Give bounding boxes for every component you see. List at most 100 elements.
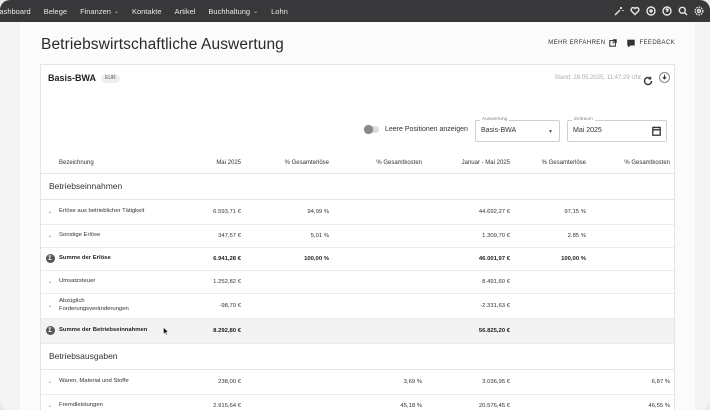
- app-window: Dashboard Belege Finanzen⌄ Kontakte Arti…: [0, 0, 710, 410]
- nav-item-buchhaltung[interactable]: Buchhaltung ⌄: [195, 7, 258, 16]
- header-cell: % Gesamterlöse: [516, 153, 600, 174]
- table-cell: [516, 270, 600, 294]
- dropdown-arrow-icon: ▼: [548, 129, 553, 135]
- row-label: Fremdleistungen: [59, 394, 149, 410]
- table-cell: 3,69 %: [337, 369, 428, 395]
- row-marker-cell: ⌄: [41, 270, 59, 294]
- table-row[interactable]: ⌄ Umsatzsteuer 1.252,82 € 8.491,60 €: [41, 270, 674, 294]
- auswertung-label: Auswertung: [480, 117, 510, 122]
- table-row[interactable]: ⌄ Waren, Material und Stoffe 238,00 € 3,69 …: [41, 369, 674, 395]
- sum-icon: Σ: [45, 254, 55, 263]
- table-row[interactable]: ⌄ Abzüglich Forderungsveränderungen -98,70…: [41, 293, 674, 319]
- table-cell: 97,15 %: [516, 199, 600, 225]
- plus-circle-icon[interactable]: [646, 6, 656, 16]
- section-header-row: Betriebsausgaben: [41, 343, 674, 370]
- chevron-down-icon[interactable]: ⌄: [47, 303, 52, 309]
- table-cell: [516, 369, 600, 395]
- table-cell: [247, 293, 337, 319]
- section-title: Betriebseinnahmen: [41, 173, 674, 200]
- table-cell: 94,99 %: [247, 199, 337, 225]
- table-row[interactable]: ⌄ Sonstige Erlöse 347,57 €5,01 % 1.309,70 €…: [41, 224, 674, 248]
- row-label: Umsatzsteuer: [59, 270, 149, 294]
- chevron-down-icon: ⌄: [253, 8, 259, 15]
- calendar-icon[interactable]: [652, 126, 661, 138]
- table-cell: 44.692,27 €: [428, 199, 516, 225]
- nav-label: Lohn: [271, 6, 288, 16]
- chevron-down-icon[interactable]: ⌄: [47, 209, 52, 215]
- table-sum-row: Σ Summe der Erlöse 6.941,28 €100,00 % 46.00…: [41, 247, 674, 271]
- table-cell: 100,00 %: [247, 247, 337, 271]
- zeitraum-field[interactable]: Zeitraum Mai 2025: [567, 117, 667, 142]
- nav-item-kontakte[interactable]: Kontakte: [119, 7, 162, 16]
- table-cell: [516, 394, 600, 410]
- sum-icon: Σ: [45, 326, 55, 335]
- table-cell: 347,57 €: [149, 224, 247, 248]
- nav-item-dashboard[interactable]: Dashboard: [0, 7, 31, 16]
- table-cell: 20.576,45 €: [428, 394, 516, 410]
- refresh-icon[interactable]: [643, 73, 653, 86]
- table-cell: 6,87 %: [600, 369, 674, 395]
- auswertung-select[interactable]: Auswertung Basis-BWA ▼: [475, 117, 560, 142]
- row-label: Sonstige Erlöse: [59, 224, 149, 248]
- download-icon: [662, 74, 667, 80]
- table-row[interactable]: ⌄ Fremdleistungen 2.915,64 € 45,18 % 20.576,…: [41, 394, 674, 410]
- row-marker-cell: Σ: [41, 247, 59, 271]
- settings-icon[interactable]: [694, 6, 704, 16]
- chevron-down-icon[interactable]: ⌄: [47, 379, 52, 385]
- magic-wand-icon[interactable]: [614, 6, 624, 16]
- empty-positions-toggle[interactable]: Leere Positionen anzeigen: [364, 125, 468, 134]
- chat-icon: [627, 39, 636, 47]
- auswertung-value: Basis-BWA: [481, 127, 517, 134]
- table-cell: [247, 394, 337, 410]
- table-cell: 2.915,64 €: [149, 394, 247, 410]
- table-cell: [337, 293, 428, 319]
- row-label: Summe der Betriebseinnahmen: [59, 318, 149, 344]
- nav-icon-group: [614, 6, 710, 16]
- section-header-row: Betriebseinnahmen: [41, 173, 674, 200]
- nav-label: Artikel: [174, 6, 196, 16]
- bwa-table: Bezeichnung Mai 2025 % Gesamterlöse % Ge…: [41, 153, 674, 410]
- main-page: Betriebswirtschaftliche Auswertung MEHR …: [20, 22, 695, 410]
- table-cell: [337, 270, 428, 294]
- table-row[interactable]: ⌄ Erlöse aus betrieblicher Tätigkeit 6.593…: [41, 199, 674, 225]
- nav-item-artikel[interactable]: Artikel: [162, 7, 196, 16]
- nav-item-lohn[interactable]: Lohn: [258, 7, 288, 16]
- row-marker-cell: ⌄: [41, 369, 59, 395]
- table-cell: 1.252,82 €: [149, 270, 247, 294]
- table-cell: [337, 224, 428, 248]
- table-sum-row: Σ Summe der Betriebseinnahmen 8.292,80 €56…: [41, 318, 674, 344]
- toggle-label: Leere Positionen anzeigen: [385, 126, 468, 133]
- nav-label: Kontakte: [131, 6, 162, 16]
- feedback-button[interactable]: FEEDBACK: [627, 39, 675, 47]
- row-marker-cell: ⌄: [41, 224, 59, 248]
- chevron-down-icon[interactable]: ⌄: [47, 279, 52, 285]
- card-title: Basis-BWA EUR: [48, 73, 120, 83]
- header-cell: [41, 153, 59, 174]
- table-cell: 6.593,71 €: [149, 199, 247, 225]
- nav-label: Dashboard: [0, 6, 31, 16]
- table-cell: 3.036,95 €: [428, 369, 516, 395]
- nav-label: Buchhaltung: [208, 6, 251, 16]
- chevron-down-icon[interactable]: ⌄: [47, 403, 52, 409]
- nav-item-belege[interactable]: Belege: [31, 7, 67, 16]
- nav-label: Finanzen: [80, 6, 111, 16]
- table-cell: [600, 318, 674, 344]
- zeitraum-value: Mai 2025: [573, 127, 602, 134]
- page-title: Betriebswirtschaftliche Auswertung: [41, 36, 284, 53]
- heart-icon[interactable]: [630, 6, 640, 16]
- row-label: Waren, Material und Stoffe: [59, 369, 149, 395]
- table-cell: [600, 270, 674, 294]
- table-cell: [337, 318, 428, 344]
- nav-item-finanzen[interactable]: Finanzen ⌄: [67, 7, 119, 16]
- external-link-icon: [609, 39, 618, 47]
- toggle-switch[interactable]: [364, 125, 379, 134]
- chevron-down-icon[interactable]: ⌄: [47, 233, 52, 239]
- table-cell: 2,85 %: [516, 224, 600, 248]
- learn-more-link[interactable]: MEHR ERFAHREN: [548, 39, 618, 47]
- download-button[interactable]: [659, 72, 670, 83]
- help-icon[interactable]: [662, 6, 672, 16]
- chevron-down-icon: ⌄: [113, 8, 119, 15]
- search-icon[interactable]: [678, 6, 688, 16]
- table-cell: 46.001,97 €: [428, 247, 516, 271]
- table-cell: [600, 247, 674, 271]
